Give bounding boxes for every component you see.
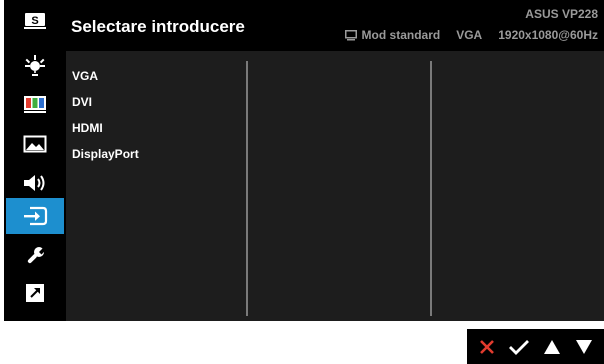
sidebar: S	[4, 0, 64, 321]
sidebar-item-shortcut[interactable]	[6, 275, 64, 311]
down-button[interactable]	[571, 334, 597, 360]
resolution-label: 1920x1080@60Hz	[498, 28, 598, 42]
menu-item-vga[interactable]: VGA	[72, 69, 139, 95]
main-panel: Selectare introducere ASUS VP228 Mod sta…	[66, 0, 604, 321]
column-divider	[246, 61, 248, 316]
column-divider	[430, 61, 432, 316]
menu-item-hdmi[interactable]: HDMI	[72, 121, 139, 147]
input-select-icon	[24, 206, 48, 226]
close-icon	[480, 339, 495, 354]
model-name: ASUS VP228	[525, 7, 598, 21]
mode-label: Mod standard	[361, 28, 441, 42]
sidebar-item-blue-light[interactable]	[6, 48, 64, 84]
shortcut-icon	[26, 284, 44, 302]
page-title: Selectare introducere	[71, 17, 245, 36]
up-arrow-icon	[543, 339, 560, 354]
wrench-icon	[27, 247, 46, 264]
down-arrow-icon	[575, 339, 592, 354]
up-button[interactable]	[539, 334, 565, 360]
sidebar-item-image[interactable]	[6, 126, 64, 162]
sound-icon	[24, 175, 45, 191]
sidebar-item-system-setup[interactable]	[6, 238, 64, 274]
close-button[interactable]	[474, 334, 500, 360]
sidebar-item-color[interactable]	[6, 86, 64, 122]
splendid-icon: S	[24, 13, 46, 29]
color-icon	[24, 96, 46, 113]
button-bar	[467, 329, 604, 364]
osd-menu: S Selectare introducere ASUS VP228 Mod s…	[4, 0, 604, 321]
monitor-icon	[344, 29, 357, 40]
sidebar-item-input-select[interactable]	[6, 198, 64, 234]
blue-light-icon	[25, 55, 45, 76]
sidebar-item-splendid[interactable]: S	[6, 3, 64, 39]
menu-item-displayport[interactable]: DisplayPort	[72, 147, 139, 173]
confirm-button[interactable]	[506, 334, 532, 360]
sidebar-item-sound[interactable]	[6, 165, 64, 201]
image-icon	[23, 135, 47, 153]
input-label: VGA	[456, 28, 483, 42]
menu-item-dvi[interactable]: DVI	[72, 95, 139, 121]
input-menu: VGA DVI HDMI DisplayPort	[72, 69, 139, 173]
splendid-icon-label: S	[31, 15, 38, 27]
status-bar: Mod standard VGA 1920x1080@60Hz	[344, 28, 598, 42]
check-icon	[509, 339, 530, 355]
header: Selectare introducere ASUS VP228 Mod sta…	[66, 0, 604, 51]
